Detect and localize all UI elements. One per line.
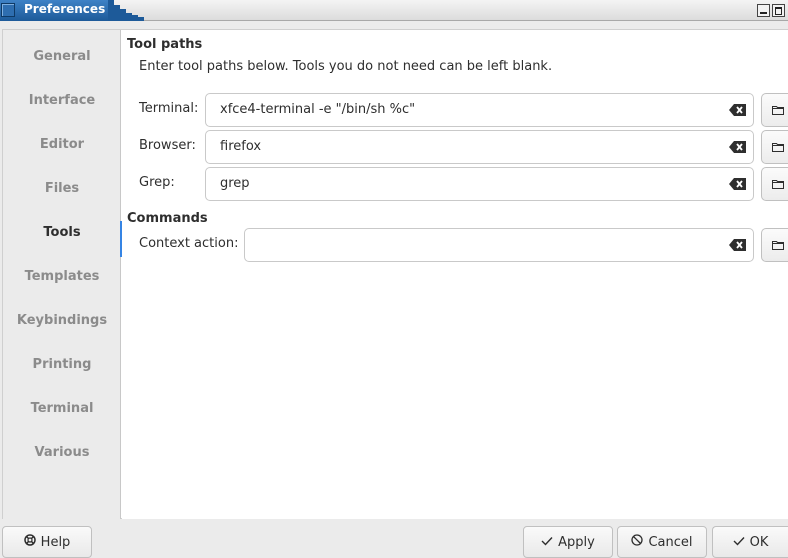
help-button-label: Help [40, 534, 71, 550]
grep-field[interactable]: grep [205, 167, 754, 201]
clear-terminal-icon[interactable] [729, 103, 747, 117]
window-title: Preferences [24, 2, 106, 16]
apply-button-label: Apply [558, 534, 595, 550]
browse-grep-button[interactable] [761, 167, 788, 201]
terminal-value: xfce4-terminal -e "/bin/sh %c" [220, 102, 416, 117]
grep-label: Grep: [139, 175, 175, 190]
clear-browser-icon[interactable] [729, 140, 747, 154]
sidebar: General Interface Editor Files Tools Tem… [3, 30, 122, 519]
context-action-field[interactable] [244, 228, 754, 262]
sidebar-item-editor[interactable]: Editor [3, 123, 121, 167]
checkmark-icon [541, 535, 553, 550]
preferences-content: General Interface Editor Files Tools Tem… [2, 29, 788, 519]
title-tab: Preferences [0, 0, 145, 21]
sidebar-item-tools[interactable]: Tools [3, 211, 122, 257]
sidebar-item-various[interactable]: Various [3, 431, 121, 475]
minimize-button[interactable] [757, 4, 770, 17]
commands-heading: Commands [127, 211, 208, 226]
cancel-button[interactable]: Cancel [617, 526, 707, 558]
browser-field[interactable]: firefox [205, 130, 754, 164]
sidebar-item-files[interactable]: Files [3, 167, 121, 211]
sidebar-item-interface[interactable]: Interface [3, 79, 121, 123]
tools-panel: Tool paths Enter tool paths below. Tools… [122, 30, 788, 519]
tool-paths-description: Enter tool paths below. Tools you do not… [139, 59, 553, 74]
apply-button[interactable]: Apply [523, 526, 613, 558]
sidebar-item-printing[interactable]: Printing [3, 343, 121, 387]
checkmark-icon [733, 535, 745, 550]
tool-paths-heading: Tool paths [127, 37, 203, 52]
sidebar-item-general[interactable]: General [3, 35, 121, 79]
browse-terminal-button[interactable] [761, 93, 788, 127]
browse-context-action-button[interactable] [761, 228, 788, 262]
folder-icon [772, 143, 784, 152]
title-bar[interactable]: Preferences [0, 0, 788, 21]
terminal-label: Terminal: [139, 101, 199, 116]
browser-value: firefox [220, 139, 262, 154]
help-button[interactable]: Help [2, 526, 92, 558]
cancel-button-label: Cancel [648, 534, 693, 550]
folder-icon [772, 106, 784, 115]
help-lifebuoy-icon [23, 534, 36, 550]
cancel-circle-icon [631, 534, 644, 550]
ok-button[interactable]: OK [712, 526, 788, 558]
maximize-button[interactable] [772, 4, 785, 17]
terminal-field[interactable]: xfce4-terminal -e "/bin/sh %c" [205, 93, 754, 127]
folder-icon [772, 180, 784, 189]
sidebar-item-keybindings[interactable]: Keybindings [3, 299, 121, 343]
context-action-label: Context action: [139, 236, 239, 251]
grep-value: grep [220, 176, 250, 191]
clear-context-action-icon[interactable] [729, 238, 747, 252]
folder-icon [772, 241, 784, 250]
browse-browser-button[interactable] [761, 130, 788, 164]
sidebar-item-terminal[interactable]: Terminal [3, 387, 121, 431]
sidebar-item-templates[interactable]: Templates [3, 255, 121, 299]
clear-grep-icon[interactable] [729, 177, 747, 191]
window-icon[interactable] [1, 3, 15, 17]
browser-label: Browser: [139, 138, 196, 153]
ok-button-label: OK [749, 534, 769, 550]
